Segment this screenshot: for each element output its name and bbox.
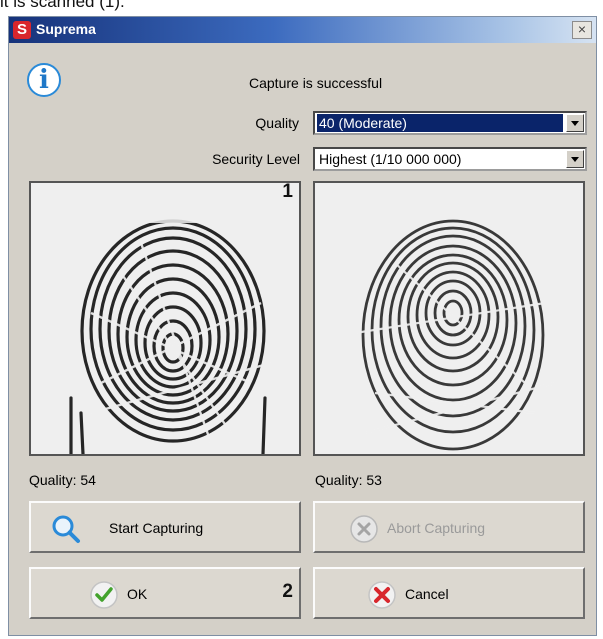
cancel-label: Cancel [405, 586, 449, 602]
ok-button[interactable]: OK 2 [29, 567, 301, 619]
security-level-select[interactable]: Highest (1/10 000 000) [313, 147, 587, 171]
fingerprint-scan-1: 1 [29, 181, 301, 456]
fingerprint-scan-2 [313, 181, 585, 456]
scan-marker-1: 1 [282, 181, 293, 202]
caption-text: it is scanned (1). [0, 0, 125, 11]
security-level-selected-value: Highest (1/10 000 000) [319, 151, 462, 167]
magnifier-icon [52, 515, 80, 543]
suprema-logo-icon: S [13, 21, 31, 39]
fingerprint-image-2 [315, 183, 583, 454]
abort-capturing-button[interactable]: Abort Capturing [313, 501, 585, 553]
abort-capturing-label: Abort Capturing [387, 520, 486, 536]
start-capturing-label: Start Capturing [109, 520, 204, 536]
quality-select[interactable]: 40 (Moderate) [313, 111, 587, 135]
checkmark-icon [90, 581, 118, 609]
close-button[interactable]: × [572, 21, 592, 39]
info-icon: i [27, 63, 61, 97]
start-capturing-button[interactable]: Start Capturing [29, 501, 301, 553]
scan-1-quality: Quality: 54 [29, 472, 96, 488]
fingerprint-image-1 [31, 183, 299, 454]
chevron-down-icon[interactable] [566, 150, 584, 168]
annotation-marker-2: 2 [282, 581, 293, 602]
status-message: Capture is successful [249, 75, 383, 91]
security-level-label: Security Level [212, 151, 300, 167]
scan-2-quality: Quality: 53 [315, 472, 382, 488]
chevron-down-icon[interactable] [566, 114, 584, 132]
title-bar[interactable]: S Suprema × [9, 17, 596, 43]
red-x-icon [368, 581, 396, 609]
quality-label: Quality [255, 115, 299, 131]
ok-label: OK [127, 586, 148, 602]
quality-selected-value: 40 (Moderate) [317, 114, 563, 132]
abort-icon [350, 515, 378, 543]
cancel-button[interactable]: Cancel [313, 567, 585, 619]
suprema-dialog: S Suprema × i Capture is successful Qual… [8, 16, 597, 636]
window-title: Suprema [36, 21, 96, 37]
